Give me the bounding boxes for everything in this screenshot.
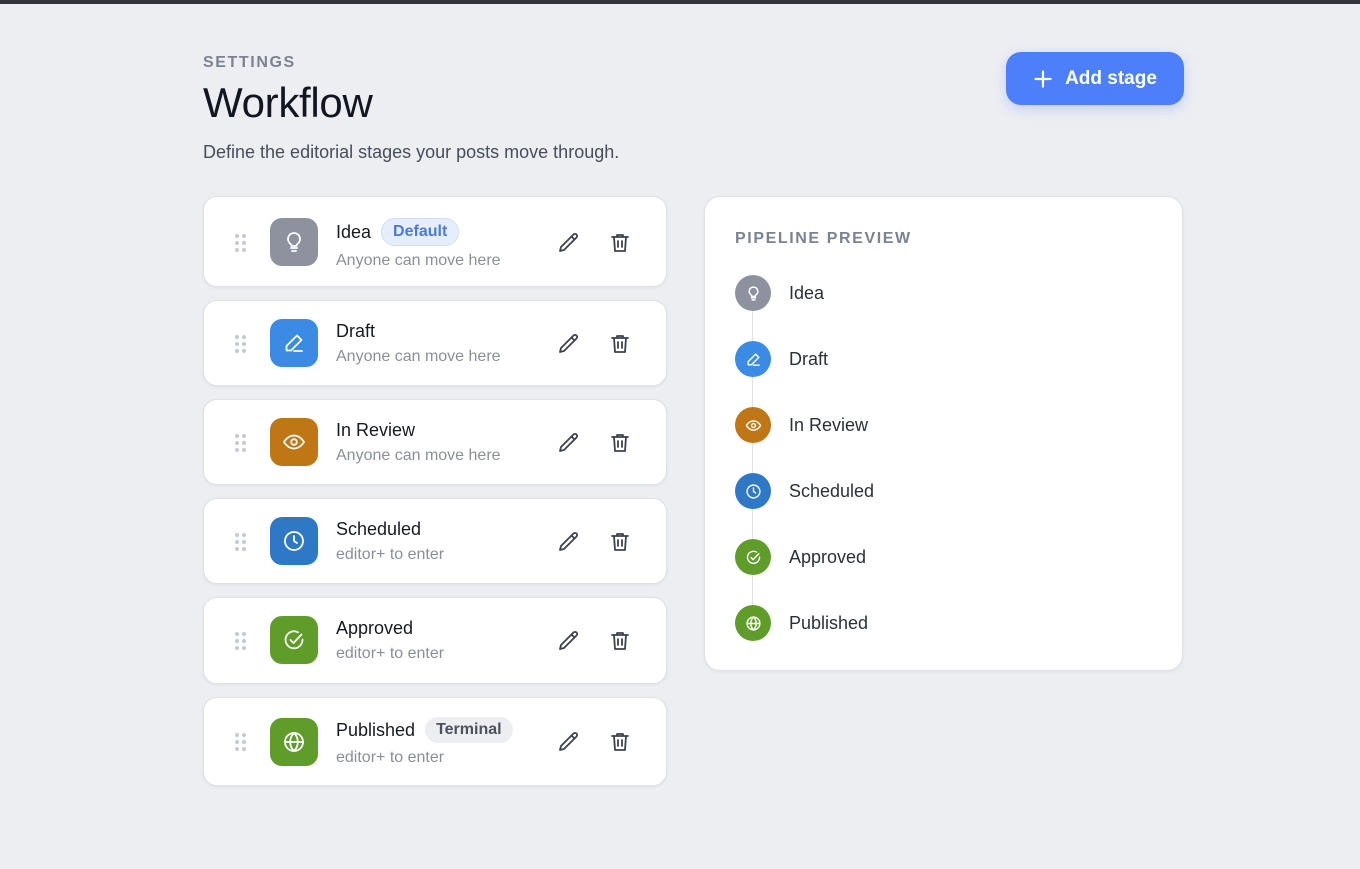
drag-handle-icon[interactable]: [235, 733, 247, 751]
edit-stage-button[interactable]: [555, 229, 583, 257]
plus-icon: [1033, 69, 1053, 89]
drag-handle-icon[interactable]: [235, 632, 247, 650]
pencil-icon: [557, 332, 581, 356]
stage-text: Draft Anyone can move here: [336, 321, 501, 366]
pipeline-item-scheduled: Scheduled: [735, 473, 874, 509]
stage-text: Scheduled editor+ to enter: [336, 519, 444, 564]
delete-stage-button[interactable]: [606, 528, 634, 556]
trash-icon: [608, 332, 632, 356]
stage-permission: editor+ to enter: [336, 546, 445, 563]
delete-stage-button[interactable]: [606, 330, 634, 358]
stage-list: Idea Default Anyone can move here Draft …: [203, 196, 667, 786]
trash-icon: [608, 231, 632, 255]
add-stage-label: Add stage: [1065, 67, 1157, 89]
pipeline-preview-panel: PIPELINE PREVIEW Idea Draft In Review Sc…: [704, 196, 1183, 671]
pencil-icon: [557, 629, 581, 653]
stage-card-published: Published Terminal editor+ to enter: [203, 697, 667, 786]
lightbulb-icon: [282, 230, 306, 254]
pipeline-item-label: Approved: [789, 546, 867, 567]
stage-permission: editor+ to enter: [336, 749, 445, 766]
pen-icon: [735, 341, 771, 377]
trash-icon: [608, 730, 632, 754]
pipeline-item-label: In Review: [789, 414, 869, 435]
eye-icon: [735, 407, 771, 443]
stage-icon-idea: [270, 218, 318, 266]
pipeline-item-label: Idea: [789, 282, 825, 303]
stage-icon-published: [270, 718, 318, 766]
stage-card-draft: Draft Anyone can move here: [203, 300, 667, 386]
delete-stage-button[interactable]: [606, 728, 634, 756]
drag-handle-icon[interactable]: [235, 434, 247, 452]
stage-name: Approved: [336, 618, 414, 638]
stage-icon-draft: [270, 319, 318, 367]
stage-text: In Review Anyone can move here: [336, 420, 501, 465]
check-circle-icon: [735, 539, 771, 575]
edit-stage-button[interactable]: [555, 627, 583, 655]
edit-stage-button[interactable]: [555, 429, 583, 457]
pipeline-preview-title: PIPELINE PREVIEW: [735, 230, 912, 247]
stage-name: Draft: [336, 321, 376, 341]
stage-name: In Review: [336, 420, 416, 440]
stage-card-idea: Idea Default Anyone can move here: [203, 196, 667, 287]
delete-stage-button[interactable]: [606, 229, 634, 257]
stage-card-in-review: In Review Anyone can move here: [203, 399, 667, 485]
pipeline-item-label: Published: [789, 612, 869, 633]
page-subtitle: Define the editorial stages your posts m…: [203, 142, 620, 162]
pencil-icon: [557, 530, 581, 554]
drag-handle-icon[interactable]: [235, 234, 247, 252]
pencil-icon: [557, 730, 581, 754]
clock-icon: [282, 529, 306, 553]
pipeline-item-draft: Draft: [735, 341, 828, 377]
clock-icon: [735, 473, 771, 509]
edit-stage-button[interactable]: [555, 330, 583, 358]
pipeline-item-in-review: In Review: [735, 407, 868, 443]
stage-permission: editor+ to enter: [336, 645, 445, 662]
trash-icon: [608, 530, 632, 554]
stage-icon-scheduled: [270, 517, 318, 565]
trash-icon: [608, 629, 632, 653]
terminal-badge: Terminal: [425, 717, 513, 743]
pipeline-item-idea: Idea: [735, 275, 824, 311]
edit-stage-button[interactable]: [555, 728, 583, 756]
stage-name: Published: [336, 719, 416, 740]
stage-name: Scheduled: [336, 519, 422, 539]
globe-icon: [735, 605, 771, 641]
lightbulb-icon: [735, 275, 771, 311]
stage-text: Approved editor+ to enter: [336, 618, 444, 663]
check-circle-icon: [282, 628, 306, 652]
drag-handle-icon[interactable]: [235, 533, 247, 551]
stage-permission: Anyone can move here: [336, 447, 501, 464]
stage-card-scheduled: Scheduled editor+ to enter: [203, 498, 667, 584]
default-badge: Default: [381, 218, 460, 246]
stage-text: Idea Default Anyone can move here: [336, 218, 501, 270]
pencil-icon: [557, 231, 581, 255]
pipeline-item-published: Published: [735, 605, 868, 641]
trash-icon: [608, 431, 632, 455]
globe-icon: [282, 730, 306, 754]
pencil-icon: [557, 431, 581, 455]
delete-stage-button[interactable]: [606, 429, 634, 457]
stage-name: Idea: [336, 221, 372, 242]
stage-icon-approved: [270, 616, 318, 664]
eye-icon: [282, 430, 306, 454]
stage-card-approved: Approved editor+ to enter: [203, 597, 667, 684]
add-stage-button[interactable]: Add stage: [1006, 52, 1184, 105]
pipeline-item-approved: Approved: [735, 539, 866, 575]
pipeline-item-label: Scheduled: [789, 480, 875, 501]
edit-stage-button[interactable]: [555, 528, 583, 556]
top-bar: [0, 0, 1360, 4]
stage-permission: Anyone can move here: [336, 348, 501, 365]
delete-stage-button[interactable]: [606, 627, 634, 655]
drag-handle-icon[interactable]: [235, 335, 247, 353]
pen-icon: [282, 331, 306, 355]
pipeline-item-label: Draft: [789, 348, 829, 369]
stage-permission: Anyone can move here: [336, 252, 501, 269]
stage-text: Published Terminal editor+ to enter: [336, 717, 513, 767]
stage-icon-in-review: [270, 418, 318, 466]
